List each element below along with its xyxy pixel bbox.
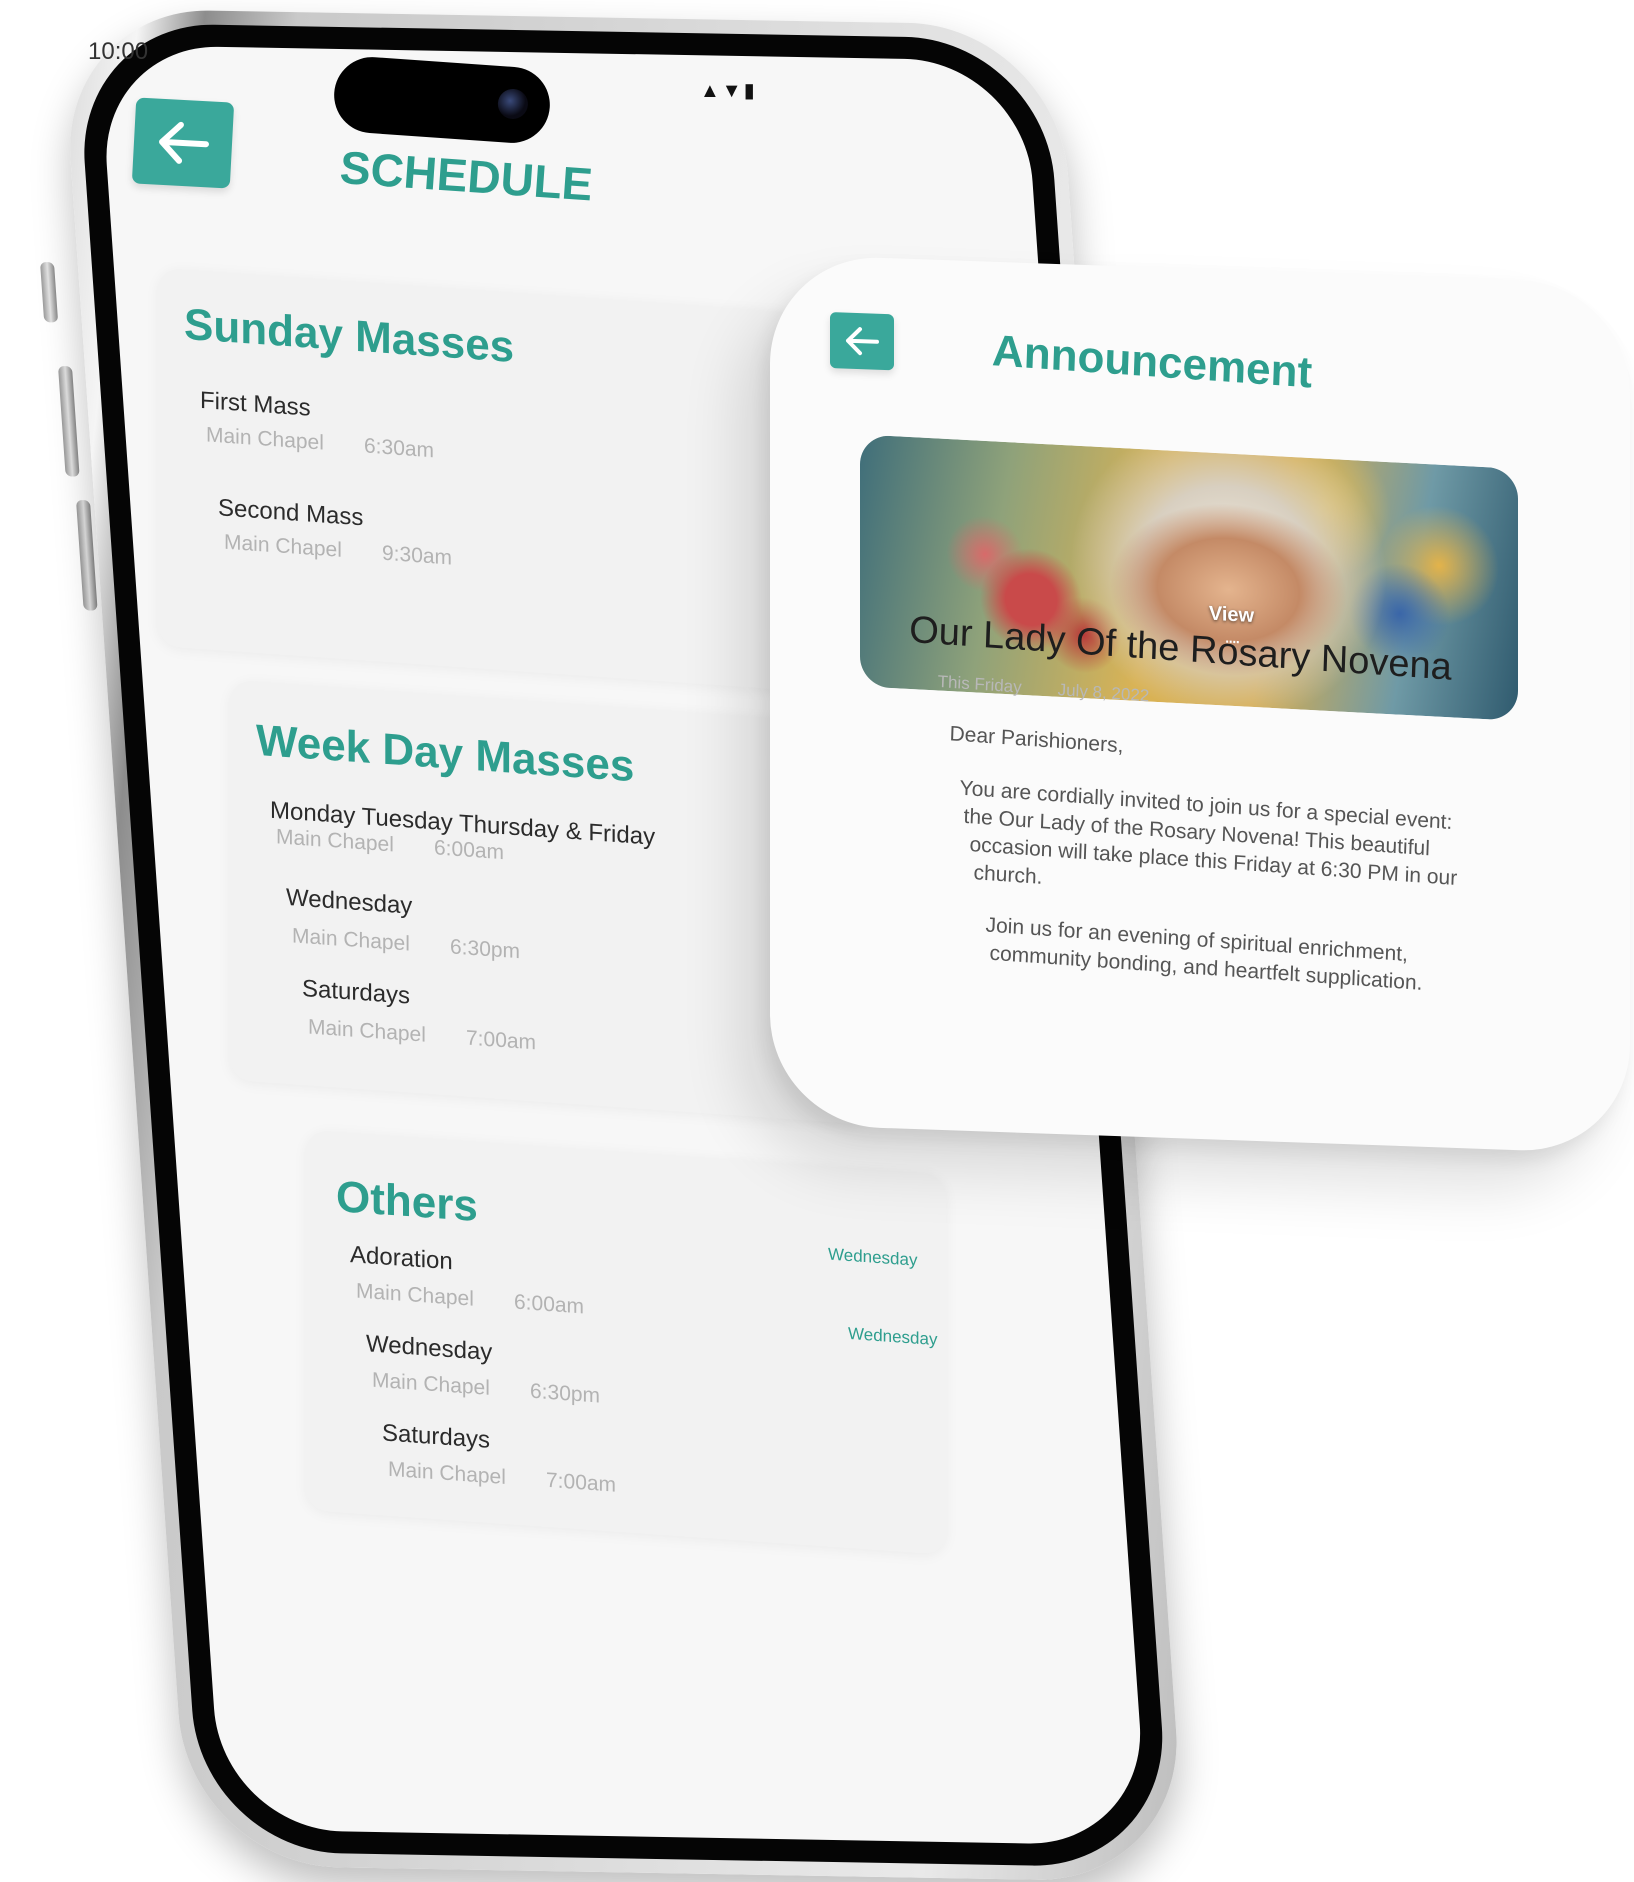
mass-time: 6:30pm (530, 1379, 601, 1408)
status-icons: ▲▼▮ (700, 78, 757, 103)
back-button[interactable] (131, 97, 235, 189)
camera-icon (496, 87, 529, 120)
signal-icon: ▲ (700, 80, 722, 102)
mass-time: 6:30am (364, 434, 435, 463)
status-time: 10:00 (88, 38, 149, 65)
back-button[interactable] (830, 312, 894, 371)
page-title: SCHEDULE (338, 140, 595, 211)
announcement-title: Announcement (991, 326, 1314, 398)
mass-time: 6:00am (514, 1290, 585, 1319)
mass-time: 7:00am (546, 1468, 617, 1497)
mass-time: 9:30am (382, 541, 453, 570)
announcement-greeting: Dear Parishioners, (949, 722, 1124, 758)
announcement-card: Announcement View .... Our Lady Of the R… (770, 254, 1630, 1155)
wifi-icon: ▼ (721, 80, 744, 102)
arrow-left-icon (159, 121, 209, 164)
arrow-left-icon (846, 327, 879, 356)
mass-time: 6:30pm (450, 935, 521, 964)
dynamic-island (331, 54, 553, 146)
announcement-body-line: church. (973, 861, 1043, 889)
mass-time: 7:00am (466, 1026, 537, 1055)
mass-time: 6:00am (434, 836, 505, 865)
battery-icon: ▮ (743, 80, 757, 102)
section-title: Others (336, 1172, 478, 1232)
